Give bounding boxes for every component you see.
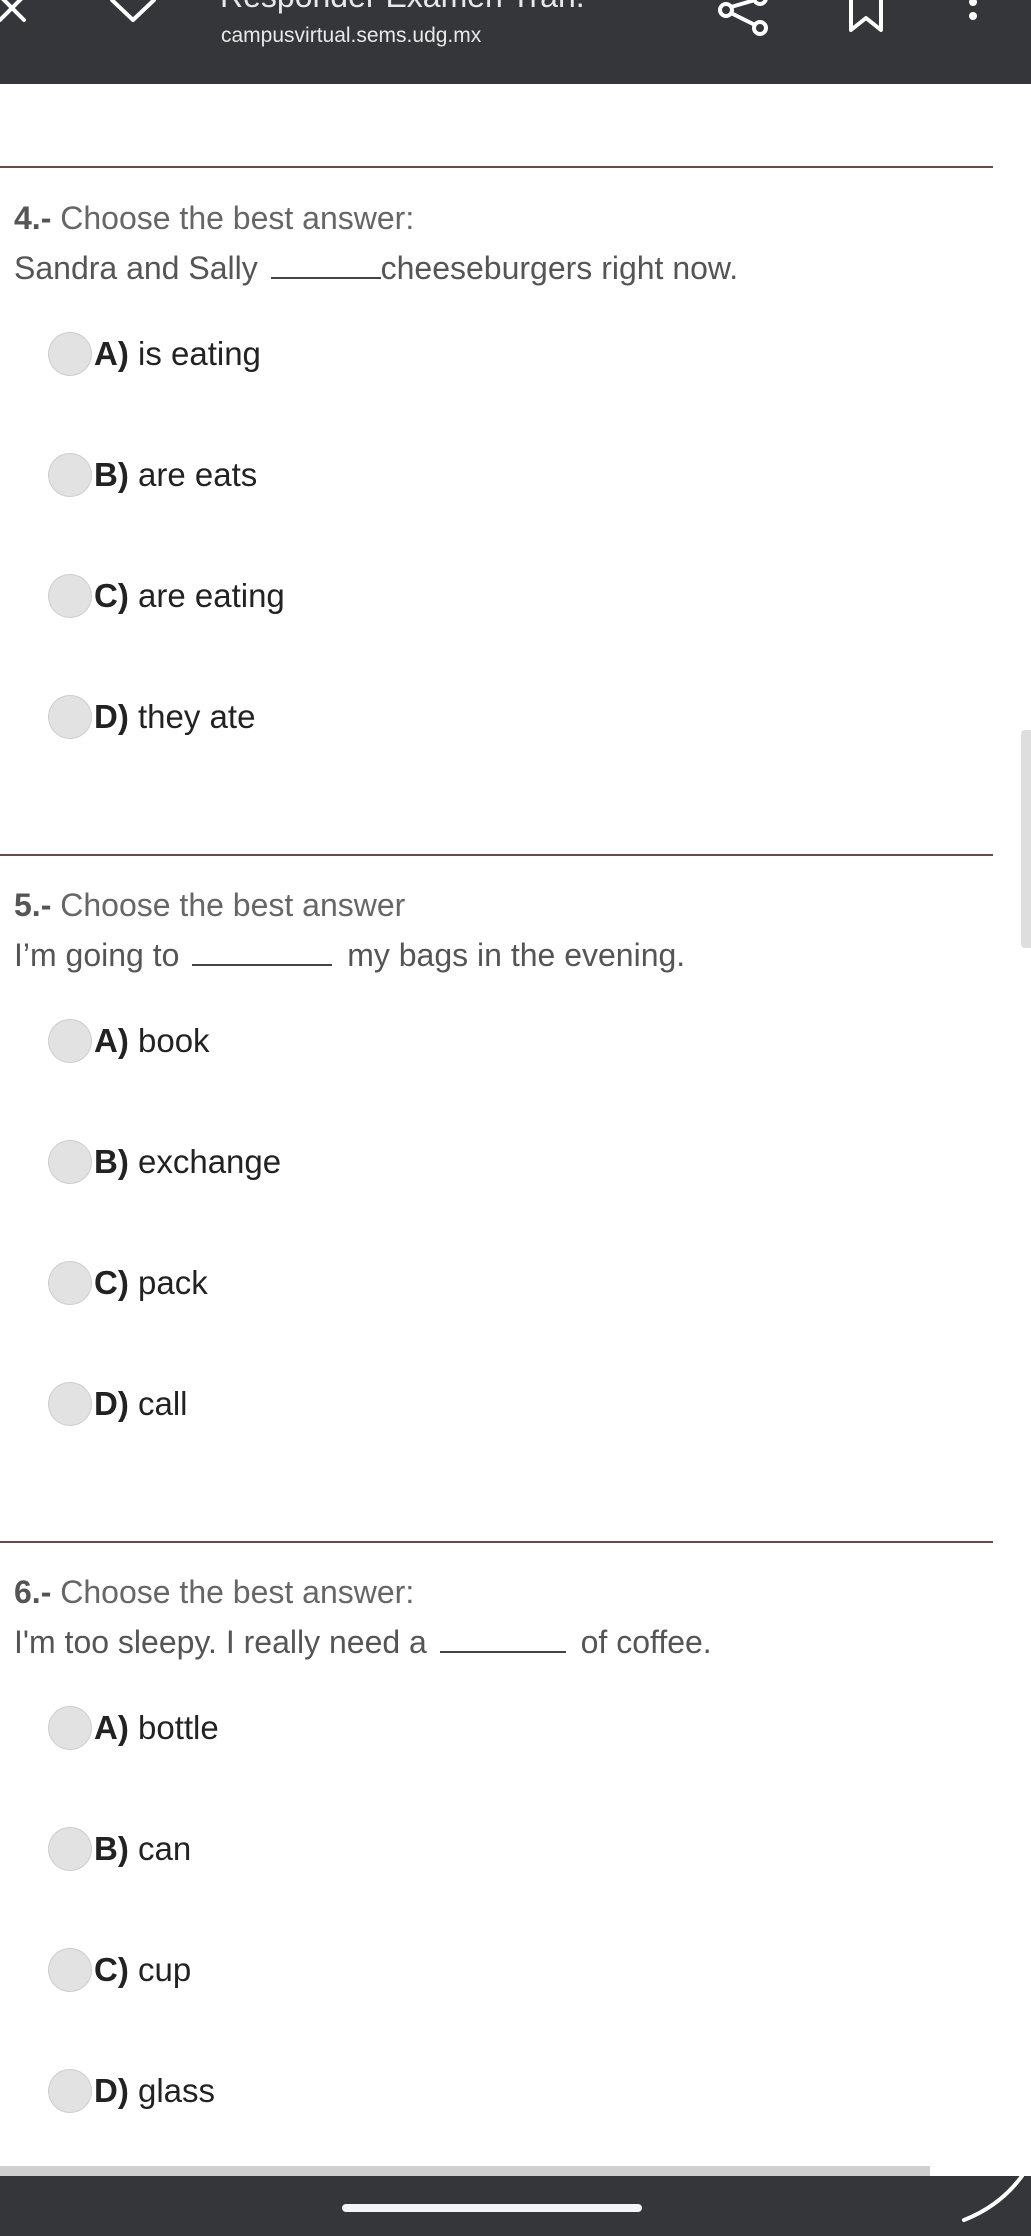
radio-button[interactable]: [48, 332, 92, 376]
radio-button[interactable]: [48, 1019, 92, 1063]
answer-blank: [192, 958, 333, 966]
more-options-icon[interactable]: [963, 0, 983, 34]
question-heading: 5.- Choose the best answer: [14, 887, 405, 924]
option-6c[interactable]: C) cup: [48, 1946, 191, 1994]
radio-button[interactable]: [48, 1261, 92, 1305]
radio-button[interactable]: [48, 1827, 92, 1871]
radio-button[interactable]: [48, 574, 92, 618]
radio-button[interactable]: [48, 1706, 92, 1750]
option-4a[interactable]: A) is eating: [48, 330, 261, 378]
answer-blank: [439, 1645, 566, 1653]
question-instruction: Choose the best answer: [60, 887, 406, 923]
question-heading: 4.- Choose the best answer:: [14, 200, 414, 237]
question-text: Sandra and Sally cheeseburgers right now…: [14, 250, 739, 286]
scrollbar-thumb[interactable]: [1021, 730, 1031, 948]
question-number: 6.-: [14, 1574, 52, 1610]
answer-blank: [270, 271, 381, 279]
radio-button[interactable]: [48, 1948, 92, 1992]
option-5b[interactable]: B) exchange: [48, 1138, 281, 1186]
page-title: Responder Examen Trán.: [220, 0, 585, 15]
option-6d[interactable]: D) glass: [48, 2067, 215, 2115]
browser-toolbar: Responder Examen Trán. campusvirtual.sem…: [0, 0, 1031, 84]
bookmark-icon[interactable]: [848, 0, 884, 34]
back-gesture-icon[interactable]: [960, 2176, 1031, 2236]
url-text[interactable]: campusvirtual.sems.udg.mx: [221, 24, 481, 48]
option-4c[interactable]: C) are eating: [48, 572, 285, 620]
radio-button[interactable]: [48, 2069, 92, 2113]
share-icon[interactable]: [716, 0, 772, 40]
home-gesture-handle[interactable]: [342, 2204, 642, 2212]
question-divider: [0, 1541, 993, 1543]
page-bottom-strip: [0, 2166, 930, 2176]
option-4b[interactable]: B) are eats: [48, 451, 257, 499]
question-instruction: Choose the best answer:: [60, 1574, 415, 1610]
question-text: I'm too sleepy. I really need a of coffe…: [14, 1624, 712, 1660]
system-navigation-bar: [0, 2176, 1031, 2236]
radio-button[interactable]: [48, 1382, 92, 1426]
option-5a[interactable]: A) book: [48, 1017, 210, 1065]
option-6a[interactable]: A) bottle: [48, 1704, 219, 1752]
question-instruction: Choose the best answer:: [60, 200, 415, 236]
chevron-down-icon[interactable]: [108, 0, 158, 30]
option-5c[interactable]: C) pack: [48, 1259, 208, 1307]
option-4d[interactable]: D) they ate: [48, 693, 255, 741]
question-divider: [0, 166, 993, 168]
question-heading: 6.- Choose the best answer:: [14, 1574, 414, 1611]
radio-button[interactable]: [48, 695, 92, 739]
option-6b[interactable]: B) can: [48, 1825, 191, 1873]
radio-button[interactable]: [48, 1140, 92, 1184]
radio-button[interactable]: [48, 453, 92, 497]
question-text: I’m going to my bags in the evening.: [14, 937, 686, 973]
question-number: 4.-: [14, 200, 52, 236]
option-5d[interactable]: D) call: [48, 1380, 188, 1428]
question-divider: [0, 854, 993, 856]
question-number: 5.-: [14, 887, 52, 923]
close-icon[interactable]: [0, 0, 34, 30]
